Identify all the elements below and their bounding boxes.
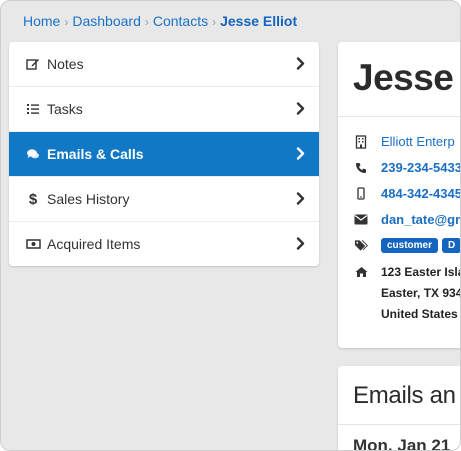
money-icon [25, 236, 41, 252]
app-frame: Home › Dashboard › Contacts › Jesse Elliot Not… [0, 0, 461, 451]
chevron-right-icon [296, 237, 305, 253]
edit-icon [25, 56, 41, 72]
address-line: 123 Easter Isla [381, 265, 461, 279]
contact-card: Jesse Elliott Enterp 239-234-5433 484-34… [338, 42, 461, 348]
breadcrumb-contacts[interactable]: Contacts [153, 13, 208, 29]
address-row: 123 Easter Isla Easter, TX 934 United St… [354, 262, 461, 325]
comments-icon [25, 146, 41, 162]
building-icon [354, 134, 368, 149]
phone-link[interactable]: 239-234-5433 [381, 160, 460, 175]
breadcrumb-dashboard[interactable]: Dashboard [72, 13, 141, 29]
dollar-icon: $ [28, 190, 38, 208]
menu-item-label: Sales History [47, 191, 130, 207]
tag-badge[interactable]: customer [381, 238, 439, 253]
tag-badge[interactable]: D [442, 238, 460, 253]
chevron-right-icon [296, 57, 305, 73]
tags-row: customer D [354, 238, 460, 253]
menu-item-emails-calls[interactable]: Emails & Calls [9, 132, 319, 177]
mobile-link[interactable]: 484-342-4345 [381, 186, 460, 201]
divider [338, 424, 460, 425]
phone-row: 239-234-5433 [354, 160, 460, 175]
email-link[interactable]: dan_tate@gm [381, 212, 460, 227]
divider [338, 116, 460, 117]
phone-icon [354, 161, 368, 175]
tags-icon [354, 239, 368, 253]
breadcrumb-current: Jesse Elliot [220, 13, 298, 29]
breadcrumb: Home › Dashboard › Contacts › Jesse Elliot [23, 13, 297, 29]
email-row: dan_tate@gm [354, 212, 460, 227]
menu-item-label: Acquired Items [47, 236, 141, 252]
envelope-icon [354, 213, 368, 227]
company-link[interactable]: Elliott Enterp [381, 134, 455, 149]
menu-item-label: Tasks [47, 101, 83, 117]
contact-name: Jesse [353, 57, 454, 98]
entry-date: Mon, Jan 21 [353, 436, 451, 451]
menu-item-acquired-items[interactable]: Acquired Items [9, 222, 319, 266]
breadcrumb-separator: › [212, 15, 217, 29]
address-line: United States [381, 307, 458, 321]
breadcrumb-home[interactable]: Home [23, 13, 60, 29]
chevron-right-icon [296, 147, 305, 163]
breadcrumb-separator: › [144, 15, 149, 29]
breadcrumb-separator: › [64, 15, 69, 29]
list-icon [25, 101, 41, 117]
menu-item-label: Emails & Calls [47, 146, 144, 162]
contact-menu: Notes Tasks Emails & Calls $ Sales Histo… [9, 42, 319, 266]
section-title: Emails an [353, 382, 456, 409]
mobile-icon [354, 187, 368, 201]
menu-item-notes[interactable]: Notes [9, 42, 319, 87]
address-line: Easter, TX 934 [381, 286, 461, 300]
menu-item-label: Notes [47, 56, 84, 72]
menu-item-tasks[interactable]: Tasks [9, 87, 319, 132]
emails-calls-card: Emails an Mon, Jan 21 [338, 366, 460, 451]
address-block: 123 Easter Isla Easter, TX 934 United St… [381, 262, 461, 325]
chevron-right-icon [296, 192, 305, 208]
mobile-row: 484-342-4345 [354, 186, 460, 201]
home-icon [354, 265, 368, 279]
chevron-right-icon [296, 102, 305, 118]
company-row: Elliott Enterp [354, 134, 455, 149]
menu-item-sales-history[interactable]: $ Sales History [9, 177, 319, 222]
